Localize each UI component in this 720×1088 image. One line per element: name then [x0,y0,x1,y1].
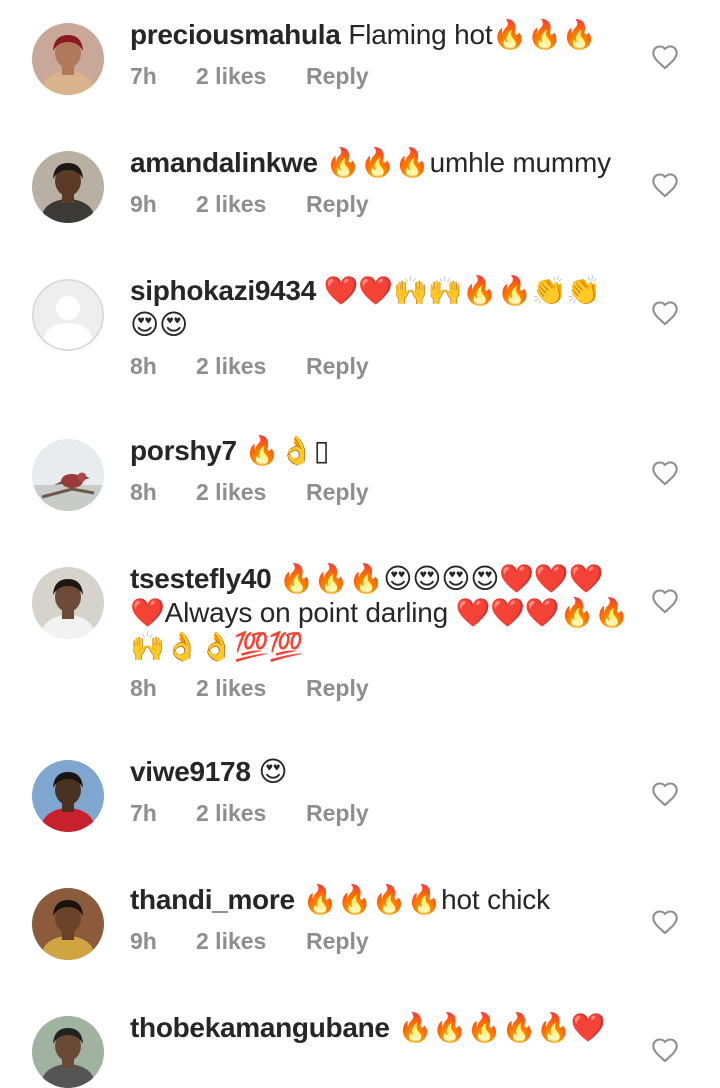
comment-text-line: viwe9178 😍 [130,755,630,789]
comment-body: tsestefly40 🔥🔥🔥😍😍😍😍❤️❤️❤️❤️Always on poi… [130,562,630,702]
avatar[interactable] [32,439,104,511]
comment-likes-count[interactable]: 2 likes [196,478,306,506]
avatar[interactable] [32,888,104,960]
avatar[interactable] [32,23,104,95]
comment-text-line: porshy7 🔥👌▯ [130,434,630,468]
comment-body: porshy7 🔥👌▯ 8h 2 likes Reply [130,434,630,506]
comment-username[interactable]: tsestefly40 [130,563,272,594]
heart-outline-icon[interactable] [651,44,679,70]
comment-timestamp: 9h [130,191,157,217]
comment-username[interactable]: thobekamangubane [130,1012,390,1043]
comment-timestamp: 9h [130,928,157,954]
comment-text-line: thandi_more 🔥🔥🔥🔥hot chick [130,883,630,917]
comment-body: thandi_more 🔥🔥🔥🔥hot chick 9h 2 likes Reply [130,883,630,955]
reply-button[interactable]: Reply [306,352,369,380]
comment-timestamp: 7h [130,63,157,89]
comment-username[interactable]: preciousmahula [130,19,341,50]
comment-text-line: siphokazi9434 ❤️❤️🙌🙌🔥🔥👏👏😍😍 [130,274,630,342]
comment-meta: 9h 2 likes Reply [130,190,630,218]
comment-list: preciousmahula Flaming hot🔥🔥🔥 7h 2 likes Re… [0,0,720,1088]
comment-likes-count[interactable]: 2 likes [196,190,306,218]
comment-meta: 8h 2 likes Reply [130,352,630,380]
heart-outline-icon[interactable] [651,909,679,935]
comment-timestamp: 8h [130,479,157,505]
comment-body: viwe9178 😍 7h 2 likes Reply [130,755,630,827]
comment-body: thobekamangubane 🔥🔥🔥🔥🔥❤️ [130,1011,630,1045]
comment-meta: 8h 2 likes Reply [130,478,630,506]
avatar[interactable] [32,567,104,639]
avatar[interactable] [32,1016,104,1088]
comment-meta: 7h 2 likes Reply [130,62,630,90]
comment-likes-count[interactable]: 2 likes [196,62,306,90]
heart-outline-icon[interactable] [651,781,679,807]
comment-timestamp: 8h [130,353,157,379]
reply-button[interactable]: Reply [306,799,369,827]
comment-meta: 9h 2 likes Reply [130,927,630,955]
reply-button[interactable]: Reply [306,62,369,90]
comment-timestamp: 7h [130,800,157,826]
heart-outline-icon[interactable] [651,588,679,614]
comment-text: 🔥👌▯ [244,435,330,466]
comment-body: preciousmahula Flaming hot🔥🔥🔥 7h 2 likes Re… [130,18,630,90]
heart-outline-icon[interactable] [651,172,679,198]
comment-likes-count[interactable]: 2 likes [196,927,306,955]
heart-outline-icon[interactable] [651,1037,679,1063]
reply-button[interactable]: Reply [306,674,369,702]
heart-outline-icon[interactable] [651,460,679,486]
reply-button[interactable]: Reply [306,927,369,955]
comment-meta: 8h 2 likes Reply [130,674,630,702]
comment-text: 🔥🔥🔥🔥🔥❤️ [397,1012,606,1043]
comment-likes-count[interactable]: 2 likes [196,674,306,702]
comment-text-line: preciousmahula Flaming hot🔥🔥🔥 [130,18,630,52]
avatar[interactable] [32,760,104,832]
reply-button[interactable]: Reply [306,478,369,506]
comment-text-line: tsestefly40 🔥🔥🔥😍😍😍😍❤️❤️❤️❤️Always on poi… [130,562,630,664]
comment-body: siphokazi9434 ❤️❤️🙌🙌🔥🔥👏👏😍😍 8h 2 likes Reply [130,274,630,380]
comment-username[interactable]: viwe9178 [130,756,251,787]
reply-button[interactable]: Reply [306,190,369,218]
comment-username[interactable]: siphokazi9434 [130,275,316,306]
comment-username[interactable]: thandi_more [130,884,295,915]
heart-outline-icon[interactable] [651,300,679,326]
comment-text: 🔥🔥🔥umhle mummy [325,147,612,178]
comment-text: 😍 [258,756,288,787]
comment-username[interactable]: amandalinkwe [130,147,318,178]
comment-text-line: amandalinkwe 🔥🔥🔥umhle mummy [130,146,630,180]
comment-username[interactable]: porshy7 [130,435,237,466]
default-avatar-icon[interactable] [32,279,104,351]
comment-text: 🔥🔥🔥🔥hot chick [302,884,551,915]
comment-body: amandalinkwe 🔥🔥🔥umhle mummy 9h 2 likes Repl… [130,146,630,218]
avatar[interactable] [32,151,104,223]
comment-meta: 7h 2 likes Reply [130,799,630,827]
comment-likes-count[interactable]: 2 likes [196,352,306,380]
comment-likes-count[interactable]: 2 likes [196,799,306,827]
comment-timestamp: 8h [130,675,157,701]
comment-text: Flaming hot🔥🔥🔥 [348,19,597,50]
comment-text-line: thobekamangubane 🔥🔥🔥🔥🔥❤️ [130,1011,630,1045]
